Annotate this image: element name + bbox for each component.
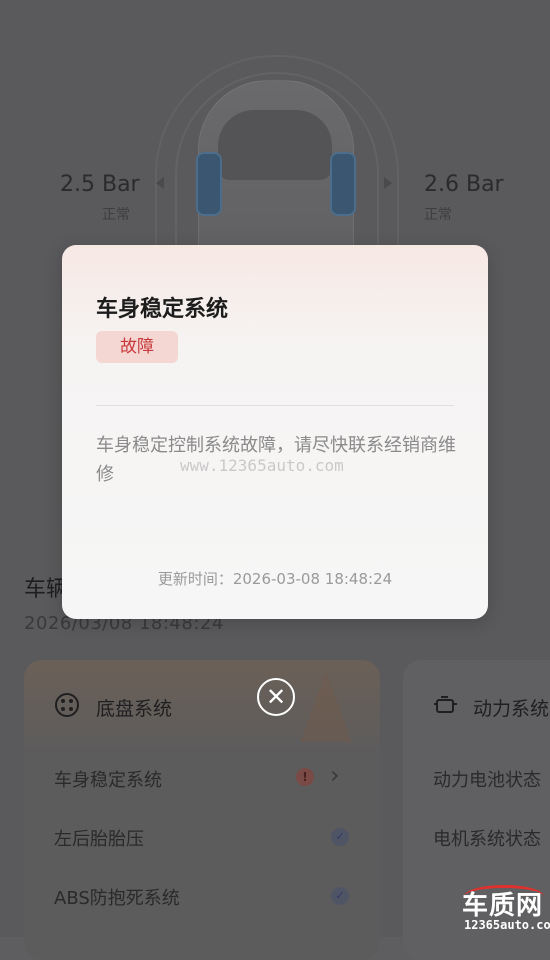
front-left-tire	[196, 152, 222, 216]
fault-detail-dialog: 车身稳定系统 故障 车身稳定控制系统故障，请尽快联系经销商维修 更新时间：202…	[62, 245, 488, 619]
pressure-arrow-right	[384, 177, 392, 189]
dialog-update-time: 更新时间：2026-03-08 18:48:24	[157, 570, 393, 588]
pressure-arrow-left	[156, 177, 164, 189]
chassis-icon	[54, 692, 80, 718]
list-item-label[interactable]: 电机系统状态	[433, 825, 541, 851]
list-item-label[interactable]: 车身稳定系统	[54, 766, 162, 792]
watermark: www.12365auto.com	[180, 456, 344, 475]
list-item-label: 左后胎胎压	[54, 829, 144, 850]
list-item-label[interactable]: 动力电池状态	[433, 766, 541, 792]
logo-text: 车质网	[462, 891, 544, 921]
chassis-card-title: 底盘系统	[96, 698, 173, 720]
list-item-label: ABS防抱死系统	[54, 888, 180, 909]
warning-icon: !	[296, 768, 314, 786]
chevron-right-icon[interactable]: ›	[330, 761, 340, 789]
close-dialog-button[interactable]: ✕	[257, 678, 295, 716]
check-icon: ✓	[331, 887, 349, 905]
logo-domain: 12365auto.com	[464, 918, 550, 932]
front-left-pressure: 2.5 Bar	[60, 172, 140, 197]
decorative-warning-shape	[300, 672, 352, 742]
site-logo: 车质网 12365auto.com	[458, 885, 550, 937]
dialog-divider	[96, 405, 454, 406]
front-right-status: 正常	[424, 207, 452, 223]
front-right-pressure: 2.6 Bar	[424, 172, 504, 197]
check-icon: ✓	[331, 828, 349, 846]
car-windshield	[218, 110, 332, 180]
power-card-title: 动力系统	[473, 698, 550, 720]
dialog-title: 车身稳定系统	[96, 297, 229, 322]
engine-icon	[433, 692, 459, 718]
fault-status-badge: 故障	[96, 331, 178, 363]
front-left-status: 正常	[102, 207, 130, 223]
front-right-tire	[330, 152, 356, 216]
